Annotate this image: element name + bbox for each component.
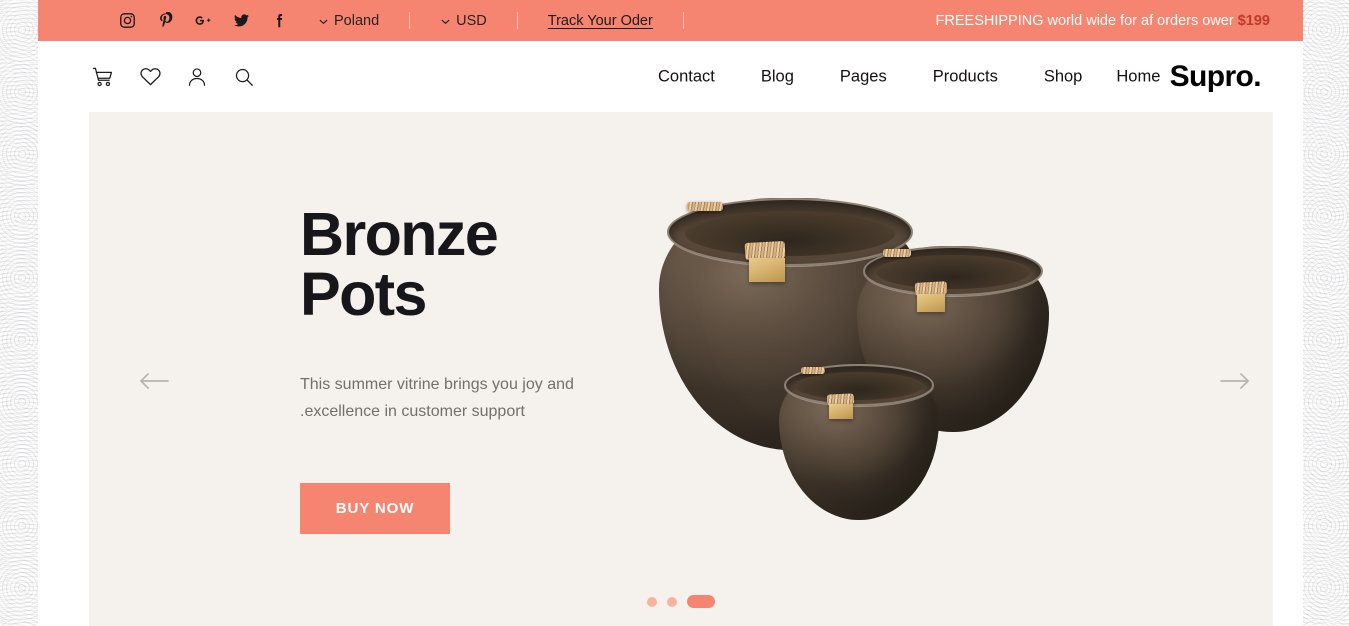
nav-item-contact[interactable]: Contact [658,67,715,86]
pot-medium-handle-left [883,249,911,257]
buy-now-button[interactable]: BUY NOW [300,482,450,534]
track-order-link[interactable]: Track Your Oder [548,13,653,29]
site-logo[interactable]: Supro. [1170,60,1262,94]
currency-label: USD [456,12,487,29]
page-background: Poland USD Track Your Oder FREESHIPPING … [0,0,1349,626]
wishlist-heart-icon[interactable] [138,65,162,89]
carousel-dot-1[interactable] [647,596,657,607]
site-header: Contact Blog Pages Products Shop Home Su… [38,41,1303,112]
main-navigation: Contact Blog Pages Products Shop Home [658,67,1160,86]
instagram-icon[interactable] [118,12,136,30]
chevron-down-icon [318,15,328,25]
nav-item-blog[interactable]: Blog [761,67,794,86]
hero-product-image [659,190,1219,590]
google-plus-icon[interactable] [194,12,212,30]
pot-small-brass-plate [829,404,853,419]
cart-icon[interactable] [91,65,115,89]
twitter-icon[interactable] [232,12,250,30]
content-column: Poland USD Track Your Oder FREESHIPPING … [38,0,1303,626]
chevron-down-icon [440,15,450,25]
pot-small [779,364,939,520]
hero-subtitle: This summer vitrine brings you joy and .… [300,375,574,421]
pot-small-handle-left [801,367,825,374]
carousel-indicators [647,595,715,608]
nav-item-pages[interactable]: Pages [840,67,887,86]
carousel-dot-3-active[interactable] [687,595,715,608]
facebook-icon[interactable] [270,12,288,30]
pot-medium-interior [876,255,1030,289]
country-label: Poland [334,12,380,29]
top-announcement-bar: Poland USD Track Your Oder FREESHIPPING … [38,0,1303,41]
shipping-text: FREESHIPPING world wide for af orders ow… [935,12,1238,29]
hero-text-block: Bronze Pots This summer vitrine brings y… [300,200,680,534]
country-selector[interactable]: Poland [318,13,379,29]
pinterest-icon[interactable] [156,12,174,30]
topbar-divider-3 [682,12,684,29]
pot-small-interior [795,371,923,400]
currency-selector[interactable]: USD [440,13,487,29]
header-utility-icons [91,65,256,89]
carousel-prev-arrow[interactable] [137,370,171,394]
carousel-dot-2[interactable] [667,596,677,607]
pot-large-handle-left [687,202,723,211]
hero-carousel: Bronze Pots This summer vitrine brings y… [89,112,1273,626]
free-shipping-notice: FREESHIPPING world wide for af orders ow… [936,13,1270,29]
carousel-next-arrow[interactable] [1218,370,1252,394]
account-user-icon[interactable] [185,65,209,89]
nav-item-home[interactable]: Home [1116,67,1160,86]
pot-medium-brass-plate [917,294,945,312]
topbar-divider-2 [516,12,518,29]
nav-item-products[interactable]: Products [933,67,998,86]
hero-title: Bronze Pots [300,200,499,328]
shipping-amount: $199 [1237,12,1270,29]
topbar-divider-1 [409,12,411,29]
nav-item-shop[interactable]: Shop [1044,67,1083,86]
search-icon[interactable] [232,65,256,89]
pot-large-brass-plate [749,258,785,282]
social-links [118,12,288,30]
